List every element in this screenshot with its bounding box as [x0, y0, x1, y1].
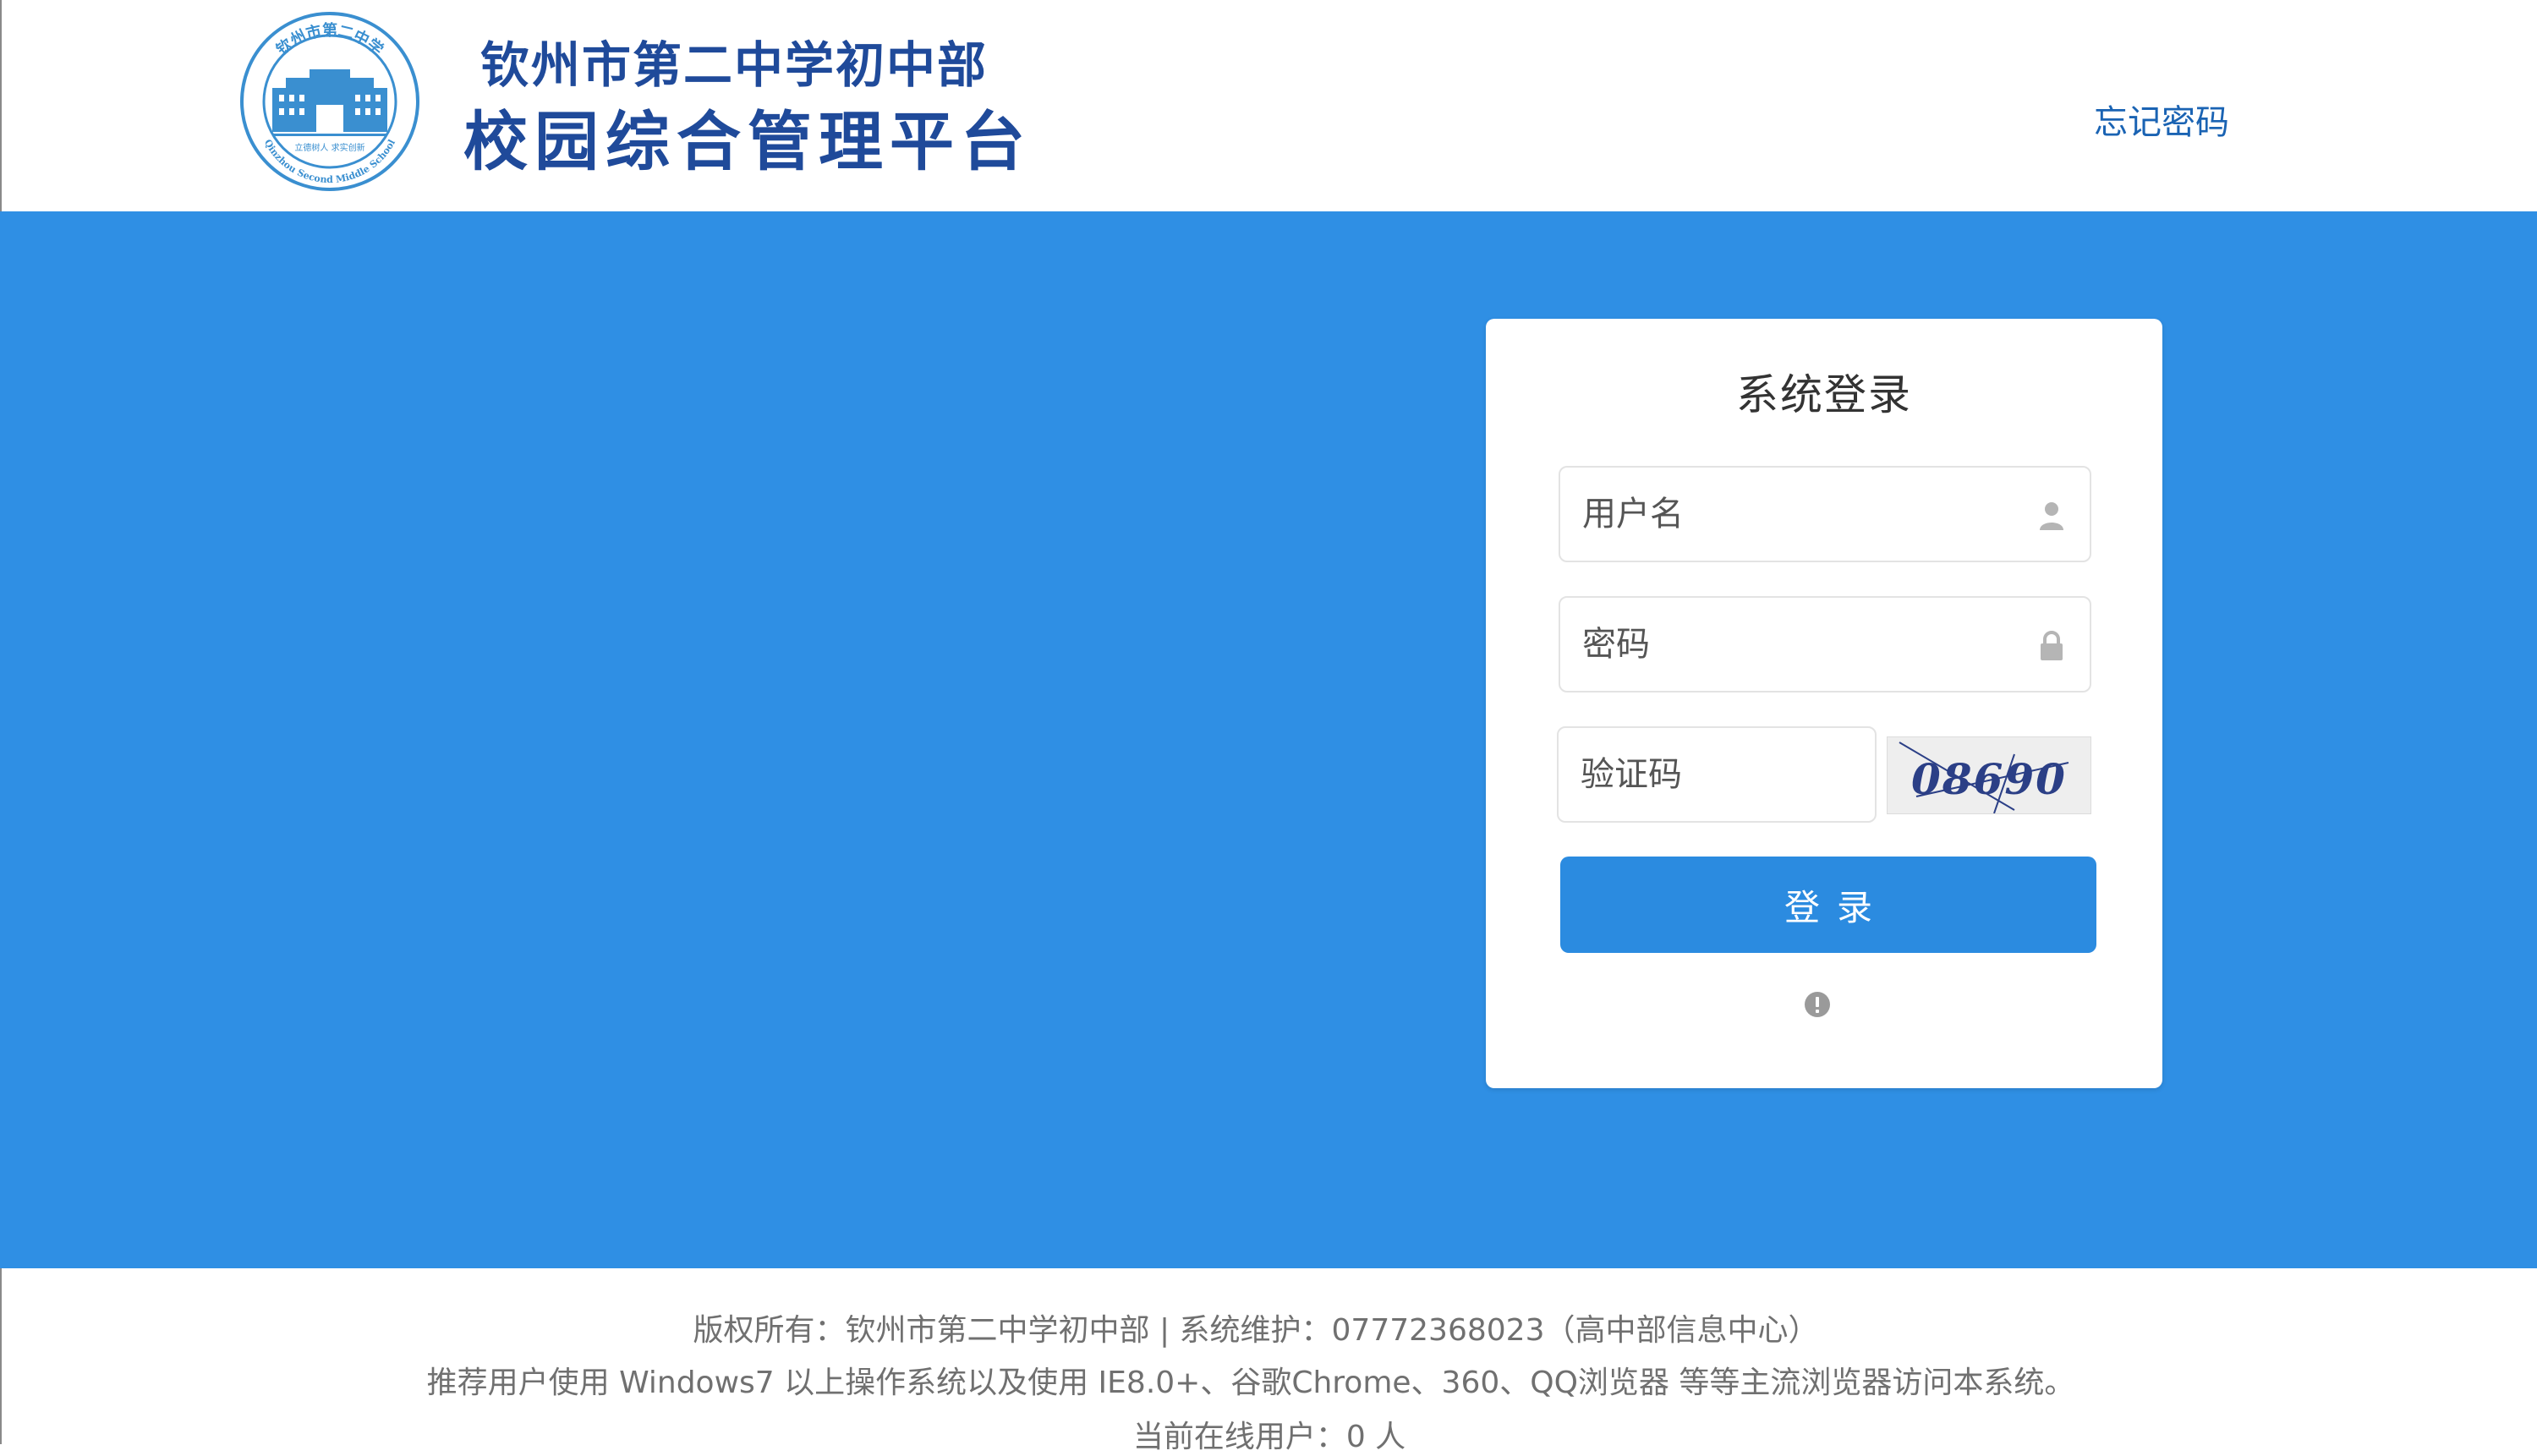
password-field [1559, 596, 2091, 692]
logo-motto: 立德树人 求实创新 [294, 142, 364, 153]
login-title: 系统登录 [1736, 370, 1912, 419]
username-field [1559, 466, 2091, 562]
hero-banner: 系统登录 08690 登录 [0, 211, 2537, 1268]
browser-recommendation-text: 推荐用户使用 Windows7 以上操作系统以及使用 IE8.0+、谷歌Chro… [426, 1366, 2075, 1400]
school-logo: 立德树人 求实创新 钦州市第二中学 Qinzhou Second Middle … [240, 12, 419, 191]
username-input[interactable] [1560, 468, 2090, 561]
login-button[interactable]: 登录 [1560, 857, 2096, 953]
captcha-image[interactable]: 08690 [1887, 736, 2091, 814]
captcha-input[interactable] [1559, 728, 1875, 821]
lock-icon [2041, 631, 2063, 660]
school-name: 钦州市第二中学初中部 [480, 36, 989, 94]
captcha-field [1557, 726, 1877, 823]
info-icon [1805, 992, 1830, 1017]
copyright-text: 版权所有：钦州市第二中学初中部 | 系统维护：07772368023（高中部信息… [693, 1313, 1819, 1348]
forgot-password-link[interactable]: 忘记密码 [2094, 95, 2229, 144]
password-input[interactable] [1560, 598, 2090, 691]
header: 立德树人 求实创新 钦州市第二中学 Qinzhou Second Middle … [0, 0, 2537, 211]
online-users-text: 当前在线用户：0 人 [1132, 1420, 1406, 1454]
footer: 版权所有：钦州市第二中学初中部 | 系统维护：07772368023（高中部信息… [0, 1268, 2537, 1454]
platform-name: 校园综合管理平台 [463, 104, 1032, 179]
captcha-noise-lines [1899, 742, 2069, 813]
user-icon [2040, 502, 2063, 530]
login-card: 系统登录 08690 登录 [1486, 319, 2162, 1088]
